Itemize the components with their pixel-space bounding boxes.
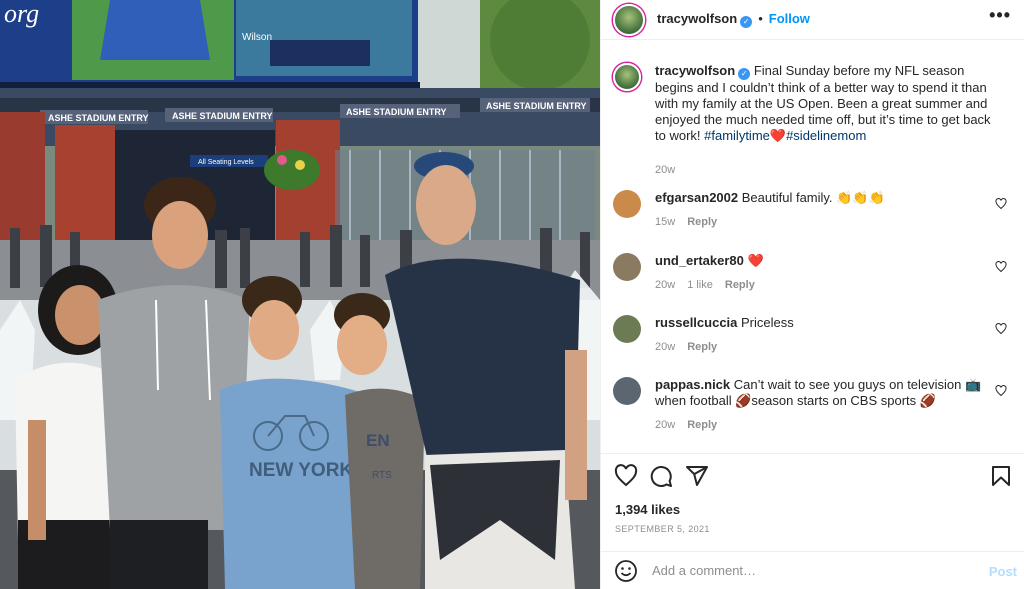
commenter-avatar[interactable] [613,253,641,281]
author-avatar[interactable] [613,63,641,91]
screen-logo: org [4,0,39,28]
stadium-sign: ASHE STADIUM ENTRY [346,107,447,117]
comment-row: und_ertaker80 ❤️ 20w 1 like Reply [613,253,1013,293]
comment-content: ❤️ [747,253,764,268]
heart-icon[interactable] [995,261,1007,273]
comment-text: pappas.nick Can’t wait to see you guys o… [655,377,995,409]
reply-button[interactable]: Reply [725,279,755,291]
heart-icon[interactable] [995,198,1007,210]
stadium-sign: ASHE STADIUM ENTRY [48,113,149,123]
comment-meta: 20w Reply [655,417,995,433]
caption-text: tracywolfson ✓ Final Sunday before my NFL… [655,63,995,144]
heart-icon[interactable] [995,323,1007,335]
more-icon[interactable]: ••• [989,6,1011,24]
comment-age: 15w [655,216,676,228]
reply-button[interactable]: Reply [687,341,717,353]
comment-body: und_ertaker80 ❤️ 20w 1 like Reply [655,253,995,293]
scoreboard-brand: Wilson [242,32,272,43]
commenter-avatar[interactable] [613,377,641,405]
comment-age: 20w [655,419,676,431]
comment-text: efgarsan2002 Beautiful family. 👏👏👏 [655,190,995,206]
comment-meta: 20w Reply [655,339,995,355]
comment-input[interactable] [652,563,972,578]
heart-icon[interactable] [995,385,1007,397]
comment-composer: Post [601,551,1024,589]
author-avatar[interactable] [613,3,645,36]
comment-username[interactable]: pappas.nick [655,377,730,392]
comment-text: und_ertaker80 ❤️ [655,253,995,269]
heart-emoji: ❤️ [769,128,787,143]
emoji-icon[interactable] [614,559,638,583]
shirt-text-3: RTS [372,470,392,481]
comment-row: efgarsan2002 Beautiful family. 👏👏👏 15w Re… [613,190,1013,230]
comment-username[interactable]: russellcuccia [655,315,737,330]
caption-username[interactable]: tracywolfson [655,63,735,78]
author-username[interactable]: tracywolfson [657,11,737,26]
verified-icon: ✓ [740,16,753,28]
caption-age: 20w [655,164,676,176]
comment-content: Beautiful family. 👏👏👏 [741,190,885,205]
comment-age: 20w [655,341,676,353]
heart-icon[interactable] [614,464,638,488]
commenter-avatar[interactable] [613,190,641,218]
reply-button[interactable]: Reply [687,216,717,228]
comment-age: 20w [655,279,676,291]
comment-meta: 20w 1 like Reply [655,277,995,293]
stadium-sign: ASHE STADIUM ENTRY [486,101,587,111]
post-header: tracywolfson ✓ • Follow ••• [601,0,1024,40]
separator-dot: • [758,11,763,26]
directional-sign: All Seating Levels [198,159,254,166]
shirt-text: NEW YORK [249,460,353,481]
comment-content: Priceless [741,315,794,330]
comment-row: pappas.nick Can’t wait to see you guys o… [613,377,1013,433]
post-date: SEPTEMBER 5, 2021 [615,524,710,534]
shirt-text-2: EN [366,431,390,450]
bookmark-icon[interactable] [989,464,1013,488]
comment-body: russellcuccia Priceless 20w Reply [655,315,995,355]
comment-likes[interactable]: 1 like [687,279,713,291]
post-comment-button[interactable]: Post [989,564,1017,579]
comment-icon[interactable] [649,464,673,488]
caption-meta: 20w [655,162,995,178]
hashtag-link[interactable]: #familytime [704,128,770,143]
caption-body: tracywolfson ✓ Final Sunday before my NFL… [655,63,995,178]
post-photo[interactable]: org Wilson ASHE STADIUM ENTRY ASHE STADI… [0,0,600,589]
author-line: tracywolfson ✓ • Follow [657,11,810,28]
comment-body: pappas.nick Can’t wait to see you guys o… [655,377,995,433]
comment-username[interactable]: efgarsan2002 [655,190,738,205]
stadium-sign: ASHE STADIUM ENTRY [172,111,273,121]
family-photo: org Wilson ASHE STADIUM ENTRY ASHE STADI… [0,0,600,589]
instagram-post: org Wilson ASHE STADIUM ENTRY ASHE STADI… [0,0,1024,589]
post-side-panel: tracywolfson ✓ • Follow ••• tracywolfson ✓ F… [600,0,1024,589]
comment-username[interactable]: und_ertaker80 [655,253,744,268]
comment-row: russellcuccia Priceless 20w Reply [613,315,1013,355]
verified-icon: ✓ [738,68,751,80]
comment-text: russellcuccia Priceless [655,315,995,331]
share-icon[interactable] [685,464,709,488]
comments-feed[interactable]: tracywolfson ✓ Final Sunday before my NFL… [601,47,1024,453]
comment-body: efgarsan2002 Beautiful family. 👏👏👏 15w Re… [655,190,995,230]
comment-meta: 15w Reply [655,214,995,230]
follow-button[interactable]: Follow [769,11,810,26]
reply-button[interactable]: Reply [687,419,717,431]
action-bar: 1,394 likes SEPTEMBER 5, 2021 [601,453,1024,545]
likes-count[interactable]: 1,394 likes [615,502,680,517]
hashtag-link[interactable]: #sidelinemom [786,128,866,143]
caption-row: tracywolfson ✓ Final Sunday before my NFL… [613,63,1013,178]
commenter-avatar[interactable] [613,315,641,343]
